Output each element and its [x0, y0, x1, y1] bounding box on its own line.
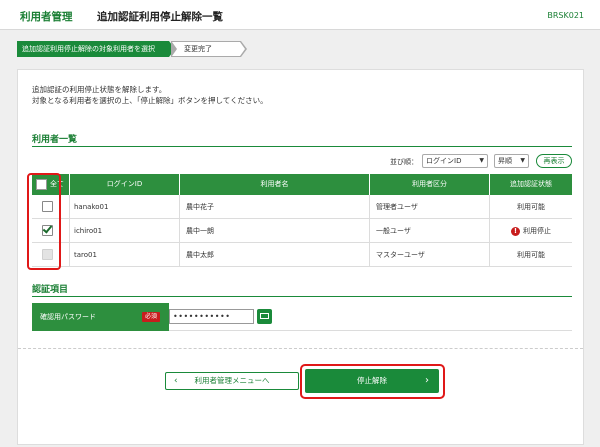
- page-title: 追加認証利用停止解除一覧: [97, 11, 223, 23]
- keyboard-icon: [260, 313, 269, 319]
- sort-label: 並び順：: [390, 158, 418, 166]
- user-list-heading-rule: [32, 146, 572, 147]
- back-to-menu-button[interactable]: ‹ 利用者管理メニューへ: [165, 372, 299, 390]
- intro-line-1: 追加認証の利用停止状態を解除します。: [32, 85, 167, 94]
- cell-login-id: hanako01: [70, 195, 180, 219]
- table-header: 全て ログインID 利用者名 利用者区分 追加認証状態: [32, 174, 572, 195]
- table-row: ichiro01 農中一朗 一般ユーザ ! 利用停止: [32, 219, 572, 243]
- cell-login-id: ichiro01: [70, 219, 180, 243]
- sort-field-value: ログインID: [426, 157, 462, 165]
- sort-order-value: 昇順: [498, 157, 512, 165]
- step-next: 変更完了: [171, 41, 247, 57]
- cell-status-text: 利用停止: [523, 227, 551, 235]
- checkbox-column-highlight: [27, 173, 61, 270]
- auth-heading-rule: [32, 296, 572, 297]
- cell-user-type: 一般ユーザ: [370, 219, 490, 243]
- cell-user-name: 農中花子: [180, 195, 370, 219]
- intro-line-2: 対象となる利用者を選択の上、「停止解除」ボタンを押してください。: [32, 96, 268, 105]
- cell-status: 利用可能: [517, 203, 545, 211]
- cell-user-name: 農中太郎: [180, 243, 370, 267]
- table-row: taro01 農中太郎 マスターユーザ 利用可能: [32, 243, 572, 267]
- required-badge: 必須: [142, 312, 160, 322]
- table-row: hanako01 農中花子 管理者ユーザ 利用可能: [32, 195, 572, 219]
- step-current: 追加認証利用停止解除の対象利用者を選択: [17, 41, 175, 57]
- chevron-down-icon: ▼: [520, 157, 525, 164]
- step-next-label: 変更完了: [172, 42, 245, 56]
- header-user-name: 利用者名: [180, 174, 370, 195]
- cell-user-type: マスターユーザ: [370, 243, 490, 267]
- screen-id: BRSK021: [547, 11, 584, 20]
- intro-text: 追加認証の利用停止状態を解除します。 対象となる利用者を選択の上、「停止解除」ボ…: [32, 84, 268, 106]
- main-panel: 追加認証の利用停止状態を解除します。 対象となる利用者を選択の上、「停止解除」ボ…: [17, 69, 584, 445]
- top-bar: 利用者管理 追加認証利用停止解除一覧 BRSK021: [0, 0, 600, 30]
- user-list-heading: 利用者一覧: [32, 135, 78, 145]
- sort-field-select[interactable]: ログインID ▼: [422, 154, 488, 168]
- chevron-left-icon: ‹: [174, 376, 178, 386]
- chevron-down-icon: ▼: [479, 157, 484, 164]
- button-highlight: [300, 364, 445, 399]
- auth-heading: 認証項目: [32, 285, 69, 295]
- software-keyboard-button[interactable]: [257, 309, 272, 324]
- header-status: 追加認証状態: [510, 180, 552, 188]
- header-login-id: ログインID: [70, 174, 180, 195]
- redisplay-button[interactable]: 再表示: [536, 154, 572, 168]
- cell-login-id: taro01: [70, 243, 180, 267]
- cell-status: 利用可能: [517, 251, 545, 259]
- cell-user-type: 管理者ユーザ: [370, 195, 490, 219]
- divider: [18, 348, 583, 349]
- sort-order-select[interactable]: 昇順 ▼: [494, 154, 529, 168]
- password-input[interactable]: •••••••••••: [169, 309, 254, 324]
- password-row: 確認用パスワード 必須 •••••••••••: [32, 303, 572, 331]
- app-title: 利用者管理: [20, 11, 73, 23]
- back-button-label: 利用者管理メニューへ: [194, 376, 270, 385]
- cell-status: ! 利用停止: [490, 219, 572, 243]
- header-user-type: 利用者区分: [370, 174, 490, 195]
- cell-user-name: 農中一朗: [180, 219, 370, 243]
- exclamation-icon: !: [511, 226, 520, 236]
